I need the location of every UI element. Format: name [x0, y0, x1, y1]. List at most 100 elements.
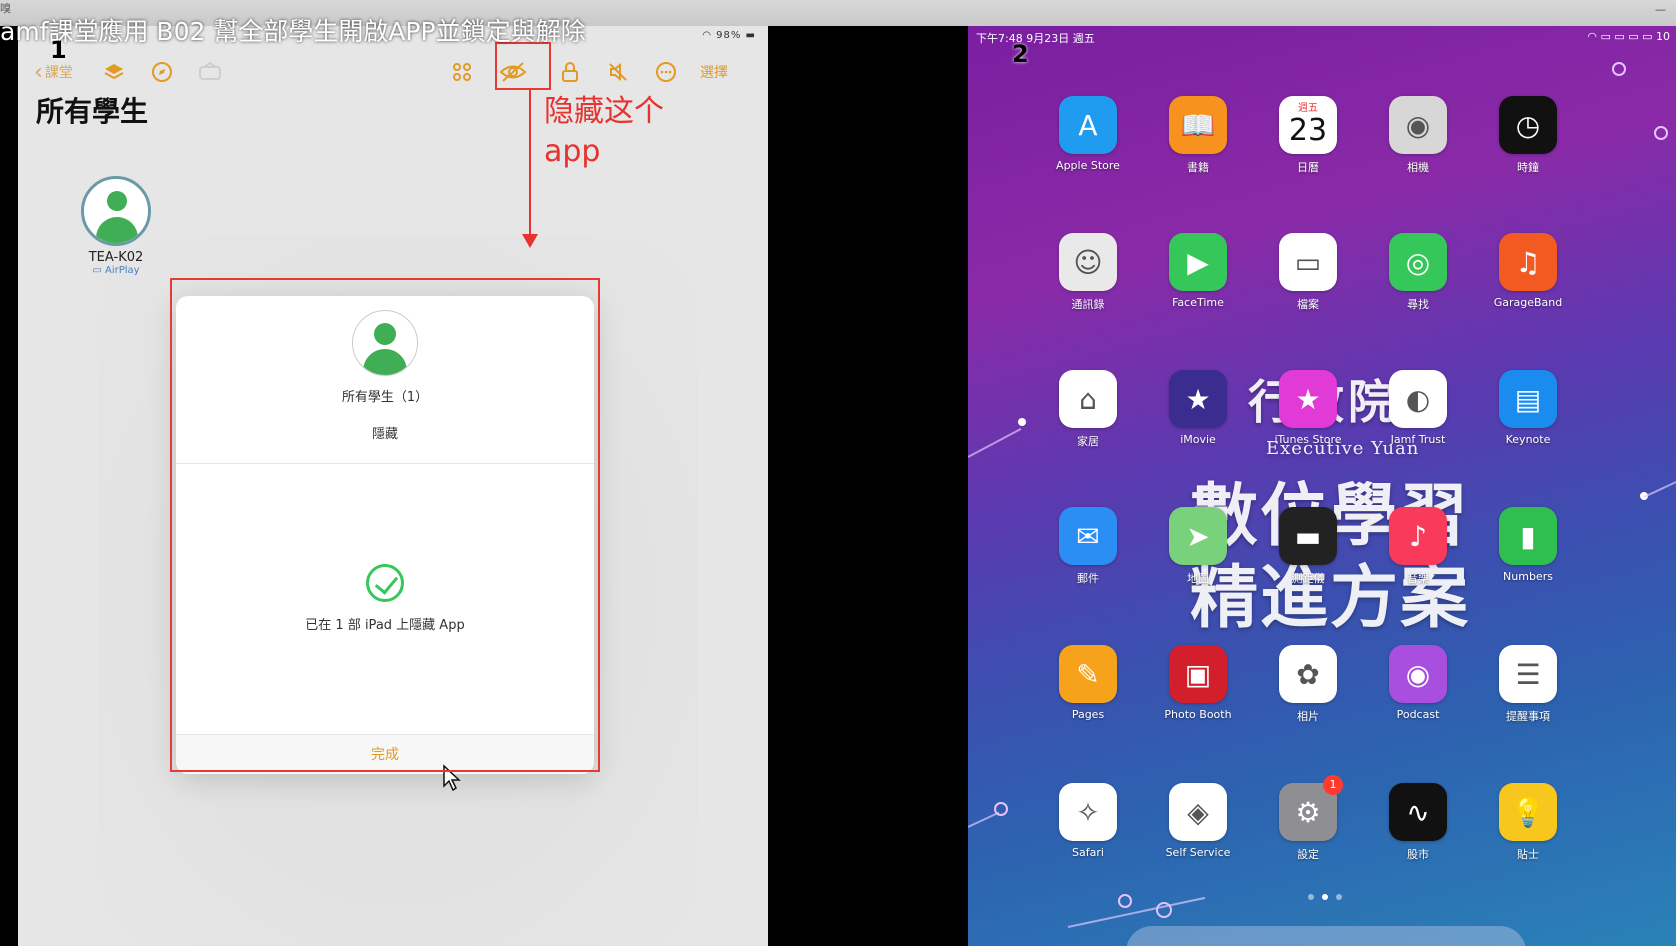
more-icon[interactable] [648, 54, 684, 90]
chevron-left-icon: ‹ [34, 59, 43, 85]
app-mail[interactable]: ✉ 郵件 [1036, 507, 1140, 586]
jamf-trust-icon: ◐ [1389, 370, 1447, 428]
classroom-toolbar: ‹ 課堂 選擇 [18, 54, 768, 90]
app-label: 郵件 [1077, 572, 1099, 585]
keynote-icon: ▤ [1499, 370, 1557, 428]
back-label: 課堂 [44, 65, 73, 81]
maps-icon: ➤ [1169, 507, 1227, 565]
app-podcast[interactable]: ◉ Podcast [1366, 645, 1470, 721]
self-service-icon: ◈ [1169, 783, 1227, 841]
app-label: 股市 [1407, 848, 1429, 861]
app-tips[interactable]: 💡 貼士 [1476, 783, 1580, 862]
app-measure[interactable]: ▬ 測距儀 [1256, 507, 1360, 586]
dock [1126, 926, 1526, 946]
app-label: Photo Booth [1164, 708, 1232, 721]
app-label: Safari [1072, 846, 1104, 859]
wifi-icon: ◠ ▭ ▭ ▭ ▭ [1587, 30, 1656, 43]
apps-grid-icon[interactable] [444, 54, 480, 90]
camera-icon: ◉ [1389, 96, 1447, 154]
app-pages[interactable]: ✎ Pages [1036, 645, 1140, 721]
app-clock[interactable]: ◷ 時鐘 [1476, 96, 1580, 175]
decor-line [968, 811, 1000, 828]
app-files[interactable]: ▭ 檔案 [1256, 233, 1360, 312]
battery-percent: 98% [716, 30, 742, 41]
app-label: 音樂 [1407, 572, 1429, 585]
decor-dot [1118, 894, 1132, 908]
mute-icon[interactable] [600, 54, 636, 90]
app-numbers[interactable]: ▮ Numbers [1476, 507, 1580, 583]
app-app-store[interactable]: A Apple Store [1036, 96, 1140, 172]
app-label: Apple Store [1056, 159, 1120, 172]
calendar-day: 23 [1288, 113, 1328, 148]
left-status-bar: ◠ 98% ▬ [702, 30, 756, 41]
page-indicator[interactable] [1308, 894, 1342, 900]
app-label: Self Service [1165, 846, 1231, 859]
app-settings[interactable]: ⚙ 1 設定 [1256, 775, 1360, 862]
app-imovie[interactable]: ★ iMovie [1146, 370, 1250, 446]
select-button[interactable]: 選擇 [686, 54, 742, 90]
app-label: 地圖 [1187, 572, 1209, 585]
decor-dot [1612, 62, 1626, 76]
compass-icon[interactable] [144, 54, 180, 90]
reminders-icon: ☰ [1499, 645, 1557, 703]
measure-icon: ▬ [1279, 507, 1337, 565]
video-frame: 嗅 — amf課堂應用 B02 幫全部學生開啟APP並鎖定與解除 ◠ 98% ▬… [0, 0, 1676, 946]
app-label: 尋找 [1407, 298, 1429, 311]
pages-icon: ✎ [1059, 645, 1117, 703]
app-contacts[interactable]: ☺ 通訊錄 [1036, 233, 1140, 312]
imovie-icon: ★ [1169, 370, 1227, 428]
app-music[interactable]: ♪ 音樂 [1366, 507, 1470, 586]
app-label: 家居 [1077, 435, 1099, 448]
app-label: 書籍 [1187, 161, 1209, 174]
airplay-icon: ▭ [92, 265, 106, 276]
sheet-highlight-box [170, 278, 600, 772]
app-store-icon: A [1059, 96, 1117, 154]
app-stocks[interactable]: ∿ 股市 [1366, 783, 1470, 862]
safari-icon: ✧ [1059, 783, 1117, 841]
app-label: Pages [1071, 708, 1105, 721]
app-label: GarageBand [1493, 296, 1563, 309]
app-home[interactable]: ⌂ 家居 [1036, 370, 1140, 449]
photo-booth-icon: ▣ [1169, 645, 1227, 703]
app-keynote[interactable]: ▤ Keynote [1476, 370, 1580, 446]
app-photos[interactable]: ✿ 相片 [1256, 645, 1360, 724]
calendar-icon: 週五 23 [1279, 96, 1337, 154]
app-garageband[interactable]: ♫ GarageBand [1476, 233, 1580, 309]
app-label: FaceTime [1172, 296, 1224, 309]
right-ipad-home-screen: 下午7:48 9月23日 週五 ◠ ▭ ▭ ▭ ▭ 10 行政院 Executi… [968, 26, 1676, 946]
app-label: 檔案 [1297, 298, 1319, 311]
app-facetime[interactable]: ▶ FaceTime [1146, 233, 1250, 309]
app-jamf-trust[interactable]: ◐ Jamf Trust [1366, 370, 1470, 446]
app-maps[interactable]: ➤ 地圖 [1146, 507, 1250, 586]
battery-icon: ▬ [745, 30, 756, 41]
tips-icon: 💡 [1499, 783, 1557, 841]
layers-icon[interactable] [96, 54, 132, 90]
app-camera[interactable]: ◉ 相機 [1366, 96, 1470, 175]
podcast-icon: ◉ [1389, 645, 1447, 703]
photos-icon: ✿ [1279, 645, 1337, 703]
numbers-icon: ▮ [1499, 507, 1557, 565]
lock-icon[interactable] [552, 54, 588, 90]
stocks-icon: ∿ [1389, 783, 1447, 841]
app-label: 相機 [1407, 161, 1429, 174]
home-icon: ⌂ [1059, 370, 1117, 428]
wifi-icon: ◠ [702, 30, 712, 41]
avatar [81, 176, 151, 246]
facetime-icon: ▶ [1169, 233, 1227, 291]
app-photo-booth[interactable]: ▣ Photo Booth [1146, 645, 1250, 721]
app-self-service[interactable]: ◈ Self Service [1146, 783, 1250, 859]
app-reminders[interactable]: ☰ 提醒事項 [1476, 645, 1580, 724]
app-label: Podcast [1396, 708, 1440, 721]
video-title: amf課堂應用 B02 幫全部學生開啟APP並鎖定與解除 [0, 17, 586, 46]
app-books[interactable]: 📖 書籍 [1146, 96, 1250, 175]
app-label: 時鐘 [1517, 161, 1539, 174]
screen-view-icon[interactable] [192, 54, 228, 90]
app-safari[interactable]: ✧ Safari [1036, 783, 1140, 859]
minimize-icon[interactable]: — [1655, 3, 1666, 16]
music-icon: ♪ [1389, 507, 1447, 565]
garageband-icon: ♫ [1499, 233, 1557, 291]
decor-dot [1654, 126, 1668, 140]
app-itunes-store[interactable]: ★ iTunes Store [1256, 370, 1360, 446]
app-calendar[interactable]: 週五 23 日曆 [1256, 96, 1360, 175]
app-find-my[interactable]: ◎ 尋找 [1366, 233, 1470, 312]
